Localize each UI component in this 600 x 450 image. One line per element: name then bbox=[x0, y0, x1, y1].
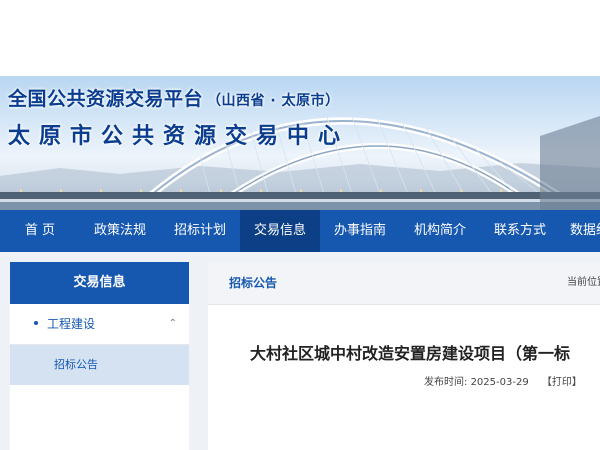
sidebar-group-label: 工程建设 bbox=[47, 317, 96, 331]
nav-contact[interactable]: 联系方式 bbox=[480, 210, 560, 252]
article-panel: 招标公告 当前位置 大村社区城中村改造安置房建设项目（第一标 发布时间: 202… bbox=[208, 262, 600, 450]
content-area: 交易信息 工程建设 ⌃ 招标公告 招标公告 当前位置 大村社区城中村改造安置房建… bbox=[0, 252, 600, 450]
nav-trade-info[interactable]: 交易信息 bbox=[240, 210, 320, 252]
site-region: （山西省 · 太原市） bbox=[207, 93, 340, 109]
nav-policy[interactable]: 政策法规 bbox=[80, 210, 160, 252]
nav-guide[interactable]: 办事指南 bbox=[320, 210, 400, 252]
breadcrumb: 当前位置 bbox=[567, 277, 600, 288]
nav-about[interactable]: 机构简介 bbox=[400, 210, 480, 252]
publish-label: 发布时间: bbox=[424, 377, 468, 388]
nav-bid-plan[interactable]: 招标计划 bbox=[160, 210, 240, 252]
sidebar-group-engineering[interactable]: 工程建设 ⌃ bbox=[10, 304, 189, 345]
site-name-text: 全国公共资源交易平台 bbox=[8, 88, 204, 110]
sidebar-item-bid-notice[interactable]: 招标公告 bbox=[10, 345, 189, 385]
panel-header: 招标公告 当前位置 bbox=[208, 262, 600, 305]
header-banner: 全国公共资源交易平台 （山西省 · 太原市） 太原市公共资源交易中心 bbox=[0, 76, 600, 210]
article-meta: 发布时间: 2025-03-29 【打印】 bbox=[424, 373, 582, 388]
chevron-up-icon: ⌃ bbox=[168, 318, 177, 329]
tab-bid-notice[interactable]: 招标公告 bbox=[229, 262, 277, 304]
publish-date: 2025-03-29 bbox=[470, 377, 529, 388]
nav-statistics[interactable]: 数据统 bbox=[560, 210, 600, 252]
article-title: 大村社区城中村改造安置房建设项目（第一标 bbox=[250, 344, 571, 363]
sidebar: 交易信息 工程建设 ⌃ 招标公告 bbox=[10, 262, 189, 450]
sidebar-title: 交易信息 bbox=[10, 262, 189, 304]
nav-home[interactable]: 首 页 bbox=[0, 210, 80, 252]
main-nav: 首 页 政策法规 招标计划 交易信息 办事指南 机构简介 联系方式 数据统 bbox=[0, 210, 600, 252]
site-name: 全国公共资源交易平台 （山西省 · 太原市） bbox=[8, 84, 340, 111]
print-link[interactable]: 【打印】 bbox=[542, 377, 582, 388]
center-name: 太原市公共资源交易中心 bbox=[8, 124, 350, 149]
bullet-icon bbox=[34, 321, 38, 325]
